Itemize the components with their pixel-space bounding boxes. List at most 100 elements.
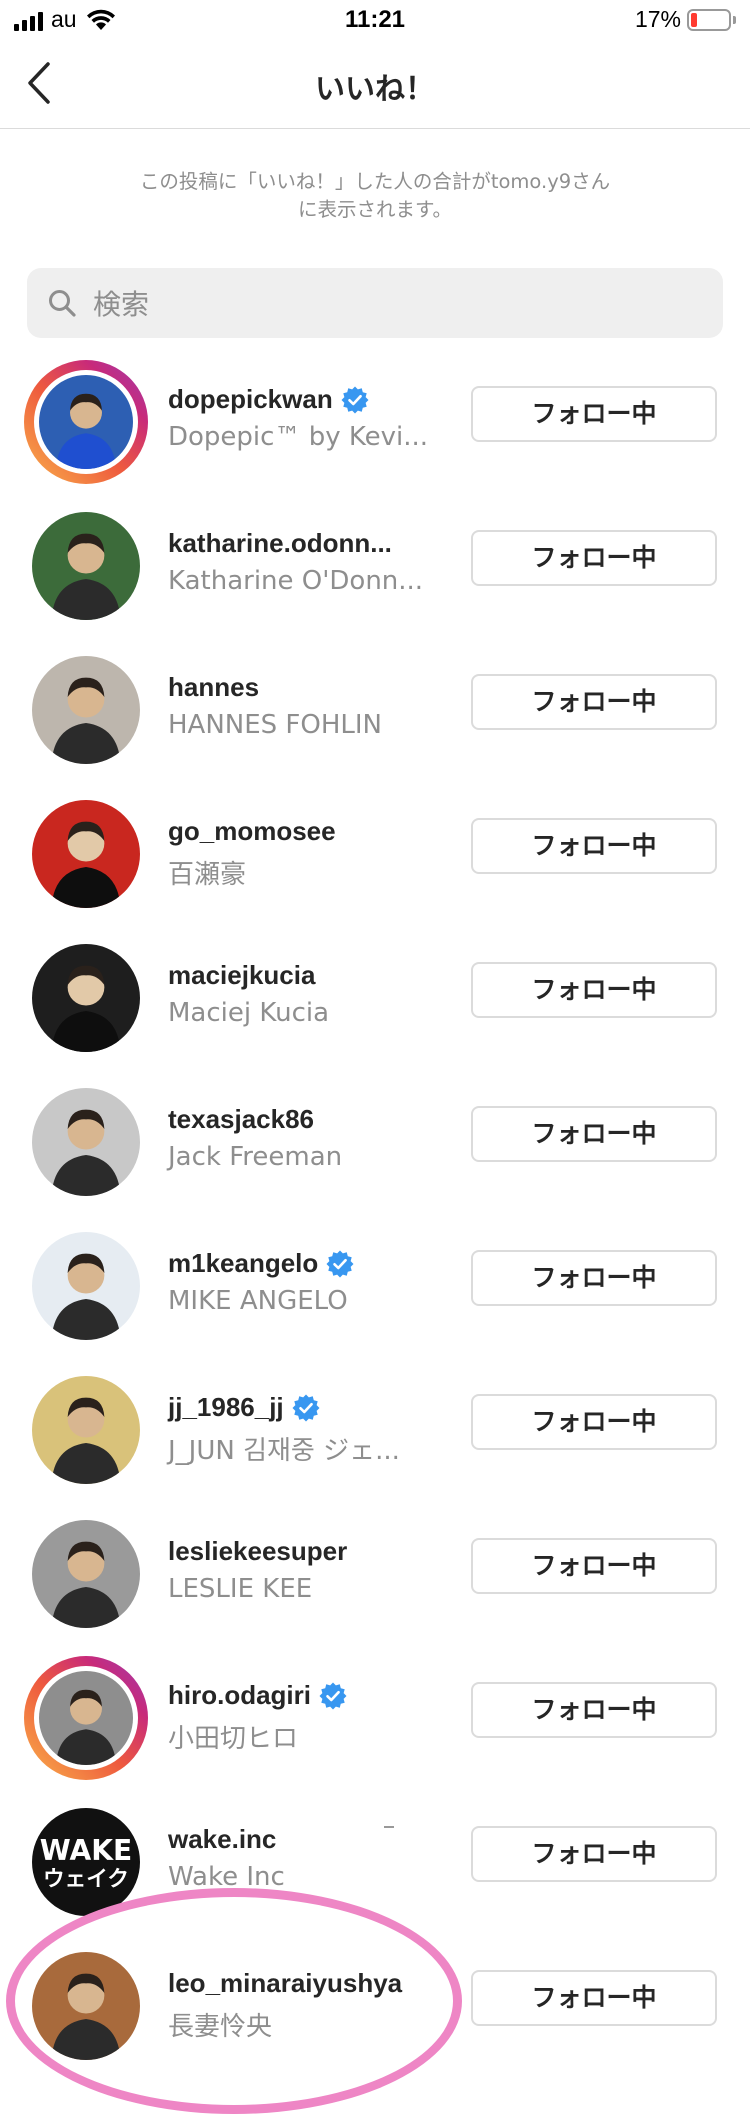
nav-bar: いいね！ — [0, 42, 750, 129]
avatar — [32, 1232, 140, 1340]
user-row[interactable]: katharine.odonn... Katharine O'Donn... フォロ… — [0, 492, 750, 636]
avatar-container[interactable] — [24, 792, 148, 916]
username[interactable]: hiro.odagiri — [168, 1680, 311, 1711]
username[interactable]: maciejkucia — [168, 960, 315, 991]
avatar-container[interactable] — [24, 1368, 148, 1492]
avatar-image — [32, 656, 140, 764]
user-row[interactable]: maciejkucia Maciej Kucia フォロー中 — [0, 924, 750, 1068]
user-row[interactable]: jj_1986_jj J_JUN 김재중 ジェ... フォロー中 — [0, 1356, 750, 1500]
full-name: J_JUN 김재중 ジェ... — [168, 1436, 400, 1466]
avatar-frame — [32, 1376, 140, 1484]
following-button[interactable]: フォロー中 — [471, 1970, 717, 2026]
avatar-image — [32, 944, 140, 1052]
following-button[interactable]: フォロー中 — [471, 674, 717, 730]
avatar — [32, 656, 140, 764]
avatar-image — [39, 1671, 133, 1765]
following-button[interactable]: フォロー中 — [471, 1682, 717, 1738]
username[interactable]: lesliekeesuper — [168, 1536, 347, 1567]
avatar-container[interactable] — [24, 1080, 148, 1204]
username[interactable]: jj_1986_jj — [168, 1392, 284, 1423]
username-line: leo_minaraiyushya — [168, 1968, 402, 1999]
search-icon — [49, 290, 76, 317]
avatar — [32, 1952, 140, 2060]
avatar-container[interactable] — [24, 648, 148, 772]
user-row[interactable]: WAKE ウェイク wake.inc Wake Inc フォロー中 — [0, 1788, 750, 1932]
battery-percent: 17% — [634, 6, 681, 32]
avatar-frame — [32, 1520, 140, 1628]
full-name: 長妻怜央 — [168, 2012, 273, 2042]
username-line: m1keangelo — [168, 1248, 354, 1279]
battery-icon — [687, 8, 731, 31]
avatar-frame — [32, 800, 140, 908]
username[interactable]: go_momosee — [168, 816, 336, 847]
avatar-frame — [34, 1666, 138, 1770]
avatar-container[interactable] — [24, 1224, 148, 1348]
avatar — [32, 800, 140, 908]
battery-nub — [733, 15, 736, 24]
username[interactable]: leo_minaraiyushya — [168, 1968, 402, 1999]
avatar-frame — [32, 1232, 140, 1340]
avatar-image — [32, 512, 140, 620]
avatar-container[interactable] — [24, 1512, 148, 1636]
full-name: Jack Freeman — [168, 1142, 343, 1172]
username[interactable]: wake.inc — [168, 1824, 276, 1855]
verified-badge-icon — [319, 1682, 347, 1709]
username-line: wake.inc — [168, 1824, 276, 1855]
following-button[interactable]: フォロー中 — [471, 530, 717, 586]
username-line: maciejkucia — [168, 960, 315, 991]
full-name: HANNES FOHLIN — [168, 710, 383, 740]
user-row[interactable]: go_momosee 百瀬豪 フォロー中 — [0, 780, 750, 924]
avatar-container[interactable] — [24, 1944, 148, 2068]
avatar-container[interactable]: WAKE ウェイク — [24, 1800, 148, 1924]
username[interactable]: hannes — [168, 672, 259, 703]
avatar-container[interactable] — [24, 936, 148, 1060]
following-button[interactable]: フォロー中 — [471, 1250, 717, 1306]
username-line: lesliekeesuper — [168, 1536, 347, 1567]
user-row[interactable]: hiro.odagiri 小田切ヒロ フォロー中 — [0, 1644, 750, 1788]
following-button[interactable]: フォロー中 — [471, 386, 717, 442]
search-bar[interactable] — [27, 268, 723, 338]
following-button[interactable]: フォロー中 — [471, 1106, 717, 1162]
user-row[interactable]: hannes HANNES FOHLIN フォロー中 — [0, 636, 750, 780]
full-name: Katharine O'Donn... — [168, 566, 424, 596]
user-row[interactable]: dopepickwan Dopepic™ by Kevi... フォロー中 — [0, 348, 750, 492]
avatar — [32, 1376, 140, 1484]
search-input[interactable] — [91, 280, 695, 328]
full-name: 百瀬豪 — [168, 860, 247, 890]
full-name: Wake Inc — [168, 1862, 285, 1892]
following-button[interactable]: フォロー中 — [471, 962, 717, 1018]
username-line: go_momosee — [168, 816, 336, 847]
verified-badge-icon — [292, 1394, 320, 1421]
username[interactable]: texasjack86 — [168, 1104, 314, 1135]
status-right: 17% — [635, 6, 736, 33]
avatar-frame — [32, 512, 140, 620]
stray-mark — [384, 1826, 394, 1828]
user-row[interactable]: texasjack86 Jack Freeman フォロー中 — [0, 1068, 750, 1212]
username[interactable]: dopepickwan — [168, 384, 333, 415]
username[interactable]: katharine.odonn... — [168, 528, 392, 559]
avatar-story-ring[interactable] — [24, 360, 148, 484]
avatar-frame: WAKE ウェイク — [32, 1808, 140, 1916]
avatar-story-ring[interactable] — [24, 1656, 148, 1780]
user-row[interactable]: leo_minaraiyushya 長妻怜央 フォロー中 — [0, 1932, 750, 2076]
user-row[interactable]: lesliekeesuper LESLIE KEE フォロー中 — [0, 1500, 750, 1644]
avatar-image — [39, 375, 133, 469]
full-name: Dopepic™ by Kevi... — [168, 422, 429, 452]
avatar: WAKE ウェイク — [32, 1808, 140, 1916]
username-line: dopepickwan — [168, 384, 369, 415]
following-button[interactable]: フォロー中 — [471, 1394, 717, 1450]
avatar-frame — [32, 1952, 140, 2060]
username-line: jj_1986_jj — [168, 1392, 320, 1423]
wake-logo-text: WAKE — [40, 1834, 132, 1867]
user-row[interactable]: m1keangelo MIKE ANGELO フォロー中 — [0, 1212, 750, 1356]
avatar-frame — [32, 1088, 140, 1196]
username-line: texasjack86 — [168, 1104, 314, 1135]
username[interactable]: m1keangelo — [168, 1248, 318, 1279]
avatar-container[interactable] — [24, 504, 148, 628]
following-button[interactable]: フォロー中 — [471, 818, 717, 874]
username-line: hiro.odagiri — [168, 1680, 347, 1711]
likes-notice: この投稿に「いいね！」した人の合計がtomo.y9さん に表示されます。 — [80, 168, 670, 224]
verified-badge-icon — [326, 1250, 354, 1277]
following-button[interactable]: フォロー中 — [471, 1826, 717, 1882]
following-button[interactable]: フォロー中 — [471, 1538, 717, 1594]
